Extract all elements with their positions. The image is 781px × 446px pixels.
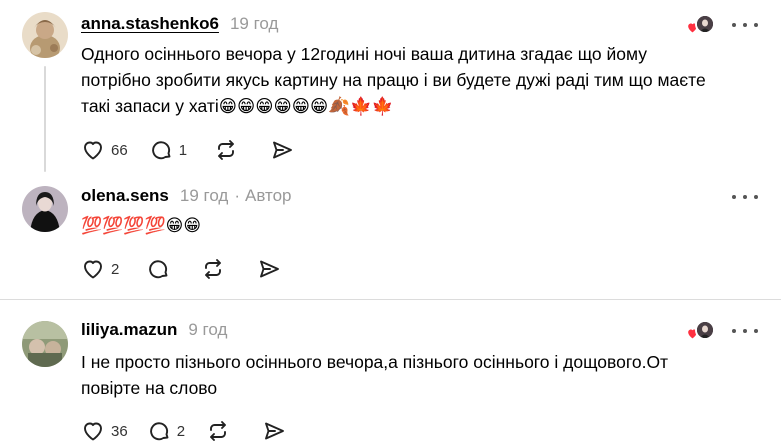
comment-header: olena.sens 19 год · Автор xyxy=(81,184,292,208)
avatar[interactable] xyxy=(22,321,68,367)
share-icon xyxy=(273,141,292,159)
comment-text-line: Одного осіннього вечора у 12годині ночі … xyxy=(81,44,647,64)
heart-icon xyxy=(84,422,102,441)
comment-text: 💯💯💯💯😁😁 xyxy=(81,216,202,235)
like-count: 66 xyxy=(111,141,128,159)
comment-text-line: потрібно зробити якусь картину на працю … xyxy=(81,70,706,90)
username[interactable]: liliya.mazun xyxy=(81,320,177,340)
reply-button[interactable]: 2 xyxy=(147,418,185,444)
comment-text: І не просто пізнього осіннього вечора,а … xyxy=(81,349,771,401)
comment-header: liliya.mazun 9 год xyxy=(81,318,227,342)
like-button[interactable]: 66 xyxy=(81,137,128,163)
timestamp[interactable]: 19 год xyxy=(180,186,228,206)
author-avatar-mini xyxy=(695,320,715,340)
username[interactable]: olena.sens xyxy=(81,186,169,206)
like-count: 2 xyxy=(111,260,120,278)
liked-by-author xyxy=(686,14,716,36)
action-bar: 36 2 xyxy=(81,418,286,444)
author-avatar-mini xyxy=(695,14,715,34)
timestamp[interactable]: 9 год xyxy=(188,320,227,340)
heart-icon xyxy=(84,141,102,160)
reply-count: 1 xyxy=(178,141,188,159)
liked-by-author xyxy=(686,320,716,342)
share-button[interactable] xyxy=(270,137,294,163)
repost-button[interactable] xyxy=(201,256,225,282)
repost-icon xyxy=(210,421,226,441)
separator: · xyxy=(234,186,241,205)
comment-icon xyxy=(151,141,171,160)
comment-text-line: повірте на слово xyxy=(81,378,218,398)
comment-2: olena.sens 19 год · Автор 💯💯💯💯😁😁 2 xyxy=(0,180,781,300)
comment-3: liliya.mazun 9 год І не просто пізнього … xyxy=(0,300,781,446)
comment-icon xyxy=(149,260,168,279)
like-button[interactable]: 2 xyxy=(81,256,119,282)
like-button[interactable]: 36 xyxy=(81,418,128,444)
username[interactable]: anna.stashenko6 xyxy=(81,14,219,34)
reply-count: 2 xyxy=(176,422,186,440)
repost-button[interactable] xyxy=(206,418,230,444)
comment-icon xyxy=(149,422,169,441)
repost-icon xyxy=(205,259,222,279)
action-bar: 66 1 xyxy=(81,137,294,163)
repost-icon xyxy=(218,140,234,160)
share-icon xyxy=(265,422,284,440)
repost-button[interactable] xyxy=(214,137,238,163)
thread-line xyxy=(44,66,46,172)
comment-text-line: І не просто пізнього осіннього вечора,а … xyxy=(81,352,669,372)
heart-icon xyxy=(84,260,102,279)
share-icon xyxy=(260,260,280,278)
reply-button[interactable]: 1 xyxy=(149,137,187,163)
comment-text: Одного осіннього вечора у 12годині ночі … xyxy=(81,41,771,119)
comment-header: anna.stashenko6 19 год xyxy=(81,12,278,36)
comment-1: anna.stashenko6 19 год Одного осіннього … xyxy=(0,0,781,180)
reply-button[interactable] xyxy=(146,256,170,282)
more-icon[interactable] xyxy=(732,193,758,201)
like-count: 36 xyxy=(111,422,128,440)
author-badge: Автор xyxy=(245,186,292,205)
share-button[interactable] xyxy=(257,256,281,282)
action-bar: 2 xyxy=(81,256,281,282)
avatar[interactable] xyxy=(22,12,68,58)
avatar[interactable] xyxy=(22,186,68,232)
share-button[interactable] xyxy=(262,418,286,444)
comment-text-line: такі запаси у хаті😁😁😁😁😁😁🍂🍁🍁 xyxy=(81,96,394,116)
timestamp[interactable]: 19 год xyxy=(230,14,278,34)
more-icon[interactable] xyxy=(732,327,758,335)
more-icon[interactable] xyxy=(732,21,758,29)
